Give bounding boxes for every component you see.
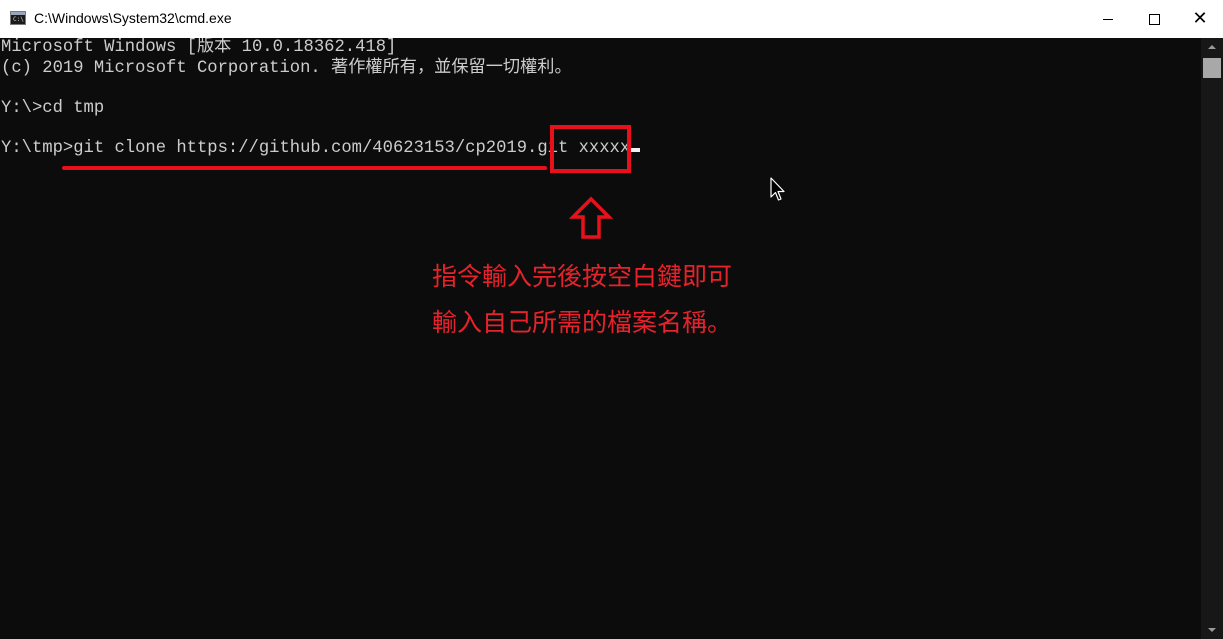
window-title: C:\Windows\System32\cmd.exe: [34, 10, 232, 26]
console-command-line[interactable]: Y:\tmp>git clone https://github.com/4062…: [1, 139, 641, 159]
maximize-button[interactable]: [1131, 0, 1177, 38]
scroll-down-icon: [1208, 628, 1216, 632]
annotation-line-1: 指令輸入完後按空白鍵即可: [432, 262, 733, 291]
title-bar[interactable]: C:\ C:\Windows\System32\cmd.exe ✕: [0, 0, 1223, 39]
annotation-line-2: 輸入自己所需的檔案名稱。: [432, 308, 733, 337]
mouse-pointer-icon: [770, 177, 785, 201]
text-cursor: [631, 148, 641, 152]
scroll-down-button[interactable]: [1201, 621, 1223, 639]
folder-name-highlight-box: [550, 125, 631, 173]
maximize-icon: [1148, 13, 1160, 25]
close-button[interactable]: ✕: [1177, 0, 1223, 38]
console-line-version: Microsoft Windows [版本 10.0.18362.418]: [1, 38, 397, 57]
scroll-up-button[interactable]: [1201, 38, 1223, 56]
scroll-up-icon: [1208, 45, 1216, 49]
console-line-cd: Y:\>cd tmp: [1, 99, 105, 118]
minimize-icon: [1103, 18, 1113, 20]
cmd-window: C:\ C:\Windows\System32\cmd.exe ✕ Micros…: [0, 0, 1223, 639]
close-icon: ✕: [1192, 8, 1208, 29]
console-output[interactable]: Microsoft Windows [版本 10.0.18362.418] (c…: [0, 38, 1201, 639]
vertical-scrollbar[interactable]: [1201, 38, 1223, 639]
scroll-thumb[interactable]: [1203, 58, 1221, 78]
cmd-icon[interactable]: C:\: [10, 11, 26, 25]
console-line-copyright: (c) 2019 Microsoft Corporation. 著作權所有，並保…: [1, 59, 572, 78]
minimize-button[interactable]: [1085, 0, 1131, 38]
up-arrow-icon: [569, 196, 613, 239]
command-underline: [62, 166, 547, 170]
git-clone-command: Y:\tmp>git clone https://github.com/4062…: [1, 139, 631, 158]
